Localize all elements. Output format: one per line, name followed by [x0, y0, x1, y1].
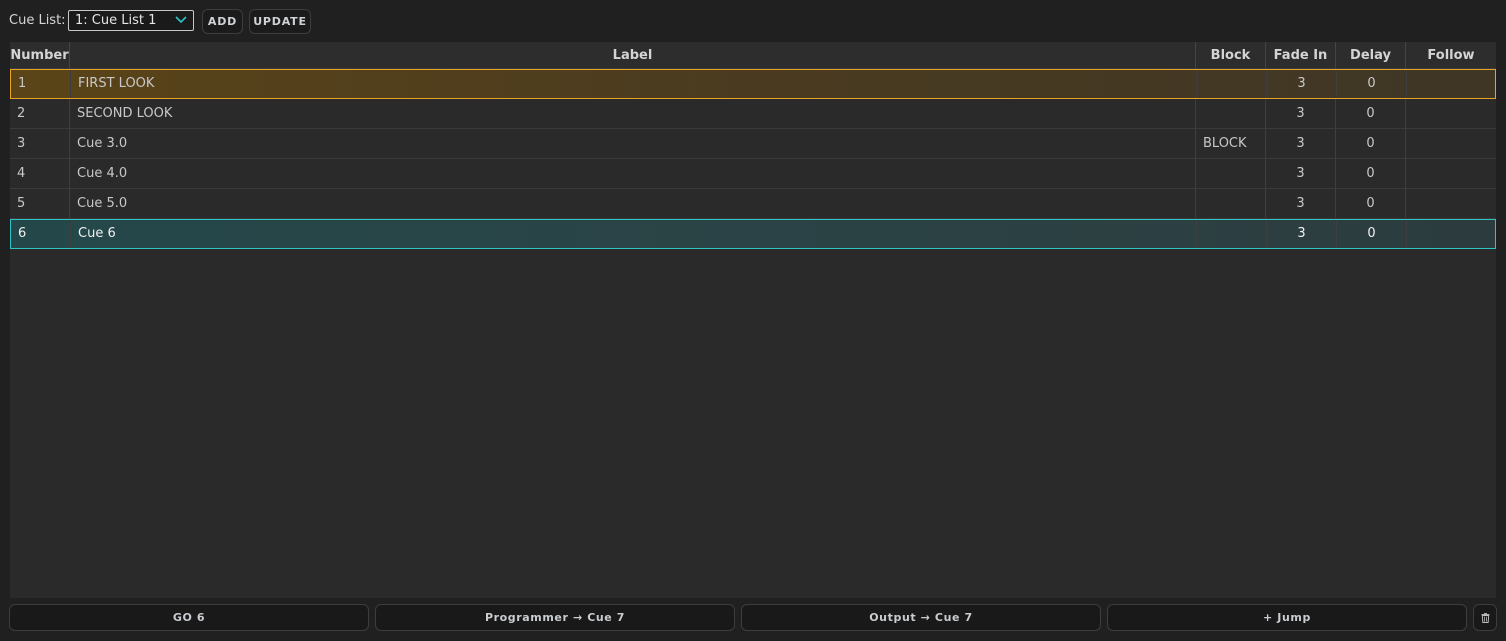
cell-block [1196, 99, 1266, 128]
cue-table: Number Label Block Fade In Delay Follow … [10, 42, 1496, 598]
cell-delay: 0 [1336, 189, 1406, 218]
table-row[interactable]: 4 Cue 4.0 3 0 [10, 159, 1496, 189]
header-delay[interactable]: Delay [1336, 42, 1406, 69]
cell-follow [1406, 99, 1496, 128]
cell-number: 4 [10, 159, 70, 188]
cell-delay: 0 [1336, 159, 1406, 188]
delete-button[interactable] [1473, 604, 1497, 631]
output-to-cue-button[interactable]: Output → Cue 7 [741, 604, 1101, 631]
cell-number: 6 [11, 220, 71, 248]
bottom-toolbar: GO 6 Programmer → Cue 7 Output → Cue 7 +… [0, 604, 1506, 632]
cell-delay: 0 [1336, 129, 1406, 158]
cell-label: FIRST LOOK [71, 70, 1197, 98]
cell-label: Cue 5.0 [70, 189, 1196, 218]
go-button[interactable]: GO 6 [9, 604, 369, 631]
cell-label: Cue 3.0 [70, 129, 1196, 158]
update-button[interactable]: UPDATE [249, 9, 311, 34]
table-row[interactable]: 2 SECOND LOOK 3 0 [10, 99, 1496, 129]
header-block[interactable]: Block [1196, 42, 1266, 69]
header-number[interactable]: Number [10, 42, 70, 69]
programmer-to-cue-button[interactable]: Programmer → Cue 7 [375, 604, 735, 631]
cell-label: Cue 6 [71, 220, 1197, 248]
cell-follow [1407, 70, 1497, 98]
cell-label: Cue 4.0 [70, 159, 1196, 188]
cell-number: 5 [10, 189, 70, 218]
cell-number: 1 [11, 70, 71, 98]
cell-fade-in: 3 [1267, 220, 1337, 248]
cell-block [1196, 159, 1266, 188]
table-header: Number Label Block Fade In Delay Follow [10, 42, 1496, 69]
cell-fade-in: 3 [1266, 99, 1336, 128]
cell-block [1197, 220, 1267, 248]
cell-fade-in: 3 [1266, 129, 1336, 158]
table-row[interactable]: 1 FIRST LOOK 3 0 [10, 69, 1496, 99]
cell-number: 2 [10, 99, 70, 128]
cell-label: SECOND LOOK [70, 99, 1196, 128]
cell-block [1196, 189, 1266, 218]
cell-block [1197, 70, 1267, 98]
cue-list-select[interactable]: 1: Cue List 1 [68, 10, 194, 31]
add-button[interactable]: ADD [202, 9, 243, 34]
cell-number: 3 [10, 129, 70, 158]
cell-follow [1407, 220, 1497, 248]
cell-follow [1406, 129, 1496, 158]
cell-fade-in: 3 [1266, 159, 1336, 188]
cell-follow [1406, 159, 1496, 188]
header-follow[interactable]: Follow [1406, 42, 1496, 69]
cell-delay: 0 [1337, 70, 1407, 98]
cell-delay: 0 [1337, 220, 1407, 248]
toolbar: Cue List: 1: Cue List 1 ADD UPDATE [0, 0, 1506, 42]
cell-block: BLOCK [1196, 129, 1266, 158]
cell-fade-in: 3 [1266, 189, 1336, 218]
add-jump-button[interactable]: + Jump [1107, 604, 1467, 631]
chevron-down-icon [175, 16, 187, 24]
table-row[interactable]: 6 Cue 6 3 0 [10, 219, 1496, 249]
cell-fade-in: 3 [1267, 70, 1337, 98]
cue-list-label: Cue List: [9, 13, 66, 28]
trash-icon [1481, 612, 1489, 623]
header-fade-in[interactable]: Fade In [1266, 42, 1336, 69]
cell-follow [1406, 189, 1496, 218]
cell-delay: 0 [1336, 99, 1406, 128]
cue-list-select-value: 1: Cue List 1 [75, 13, 157, 28]
header-label[interactable]: Label [70, 42, 1196, 69]
table-row[interactable]: 5 Cue 5.0 3 0 [10, 189, 1496, 219]
table-row[interactable]: 3 Cue 3.0 BLOCK 3 0 [10, 129, 1496, 159]
